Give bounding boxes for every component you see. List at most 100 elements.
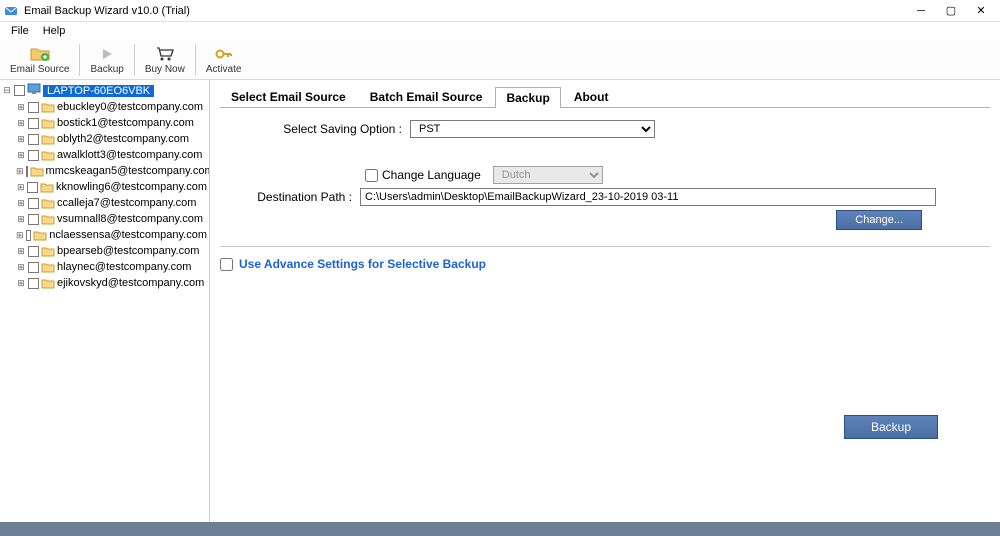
change-button[interactable]: Change... [836, 210, 922, 230]
toolbar-email-source[interactable]: Email Source [2, 41, 77, 79]
titlebar: Email Backup Wizard v10.0 (Trial) ─ ▢ ✕ [0, 0, 1000, 22]
close-button[interactable]: ✕ [966, 1, 996, 21]
toolbar-separator [195, 44, 196, 76]
folder-icon [41, 245, 55, 257]
folder-icon [41, 197, 55, 209]
tree-item[interactable]: ⊞ebuckley0@testcompany.com [2, 99, 207, 115]
advance-settings-row: Use Advance Settings for Selective Backu… [220, 257, 990, 271]
saving-option-label: Select Saving Option : [220, 122, 410, 136]
tab-select-source[interactable]: Select Email Source [220, 86, 357, 107]
expand-icon[interactable]: ⊞ [16, 214, 26, 224]
tree-item[interactable]: ⊞ oblyth2@testcompany.com [2, 131, 207, 147]
toolbar-separator [134, 44, 135, 76]
tree-item[interactable]: ⊞ nclaessensa@testcompany.com [2, 227, 207, 243]
content-panel: Select Email Source Batch Email Source B… [210, 80, 1000, 522]
toolbar-backup-label: Backup [90, 64, 123, 75]
expand-icon[interactable]: ⊞ [16, 150, 26, 160]
tree-item-label: mmcskeagan5@testcompany.com [46, 163, 210, 179]
saving-option-select[interactable]: PST [410, 120, 655, 138]
toolbar: Email Source Backup Buy Now Activate [0, 40, 1000, 80]
change-language-checkbox[interactable] [365, 169, 378, 182]
folder-icon [41, 101, 55, 113]
tree-item-label: bostick1@testcompany.com [57, 115, 194, 131]
tree-item-label: oblyth2@testcompany.com [57, 131, 189, 147]
tab-backup[interactable]: Backup [495, 87, 560, 108]
expand-icon[interactable]: ⊞ [16, 198, 26, 208]
tab-batch-source[interactable]: Batch Email Source [359, 86, 494, 107]
menubar: File Help [0, 22, 1000, 40]
toolbar-email-source-label: Email Source [10, 64, 69, 75]
checkbox[interactable] [14, 85, 25, 96]
expand-icon[interactable]: ⊞ [16, 262, 26, 272]
expand-icon[interactable]: ⊞ [16, 230, 24, 240]
expand-icon[interactable]: ⊞ [16, 118, 26, 128]
tree-item[interactable]: ⊞awalklott3@testcompany.com [2, 147, 207, 163]
key-icon [215, 45, 233, 63]
toolbar-buy-now[interactable]: Buy Now [137, 41, 193, 79]
expand-icon[interactable]: ⊞ [16, 134, 26, 144]
destination-label: Destination Path : [220, 190, 360, 204]
tree-item[interactable]: ⊞ vsumnall8@testcompany.com [2, 211, 207, 227]
tabs: Select Email Source Batch Email Source B… [220, 86, 990, 108]
destination-input[interactable] [360, 188, 936, 206]
folder-plus-icon [30, 45, 50, 63]
minimize-button[interactable]: ─ [906, 1, 936, 21]
advance-settings-link[interactable]: Use Advance Settings for Selective Backu… [239, 257, 486, 271]
tab-about[interactable]: About [563, 86, 620, 107]
main-area: ⊟ LAPTOP-60EO6VBK ⊞ebuckley0@testcompany… [0, 80, 1000, 522]
checkbox[interactable] [28, 198, 39, 209]
mailbox-tree[interactable]: ⊟ LAPTOP-60EO6VBK ⊞ebuckley0@testcompany… [0, 80, 210, 522]
checkbox[interactable] [28, 246, 39, 257]
folder-icon [41, 117, 55, 129]
maximize-button[interactable]: ▢ [936, 1, 966, 21]
advance-settings-checkbox[interactable] [220, 258, 233, 271]
play-icon [100, 45, 114, 63]
checkbox[interactable] [28, 262, 39, 273]
checkbox[interactable] [27, 182, 38, 193]
tree-item[interactable]: ⊞bpearseb@testcompany.com [2, 243, 207, 259]
expand-icon[interactable]: ⊞ [16, 278, 26, 288]
checkbox[interactable] [28, 118, 39, 129]
toolbar-activate[interactable]: Activate [198, 41, 250, 79]
menu-file[interactable]: File [4, 25, 36, 37]
toolbar-backup[interactable]: Backup [82, 41, 131, 79]
folder-icon [41, 213, 55, 225]
tree-item[interactable]: ⊞ hlaynec@testcompany.com [2, 259, 207, 275]
folder-icon [41, 261, 55, 273]
tree-item[interactable]: ⊞ kknowling6@testcompany.com [2, 179, 207, 195]
tree-item[interactable]: ⊞ bostick1@testcompany.com [2, 115, 207, 131]
tree-item-label: kknowling6@testcompany.com [56, 179, 207, 195]
tree-item[interactable]: ⊞ mmcskeagan5@testcompany.com [2, 163, 207, 179]
expand-icon[interactable]: ⊞ [16, 182, 25, 192]
expand-icon[interactable]: ⊞ [16, 102, 26, 112]
checkbox[interactable] [28, 150, 39, 161]
expand-icon[interactable]: ⊞ [16, 166, 24, 176]
cart-icon [156, 45, 174, 63]
collapse-icon[interactable]: ⊟ [2, 86, 12, 96]
checkbox[interactable] [28, 134, 39, 145]
tree-item[interactable]: ⊞ejikovskyd@testcompany.com [2, 275, 207, 291]
folder-icon [41, 277, 55, 289]
change-language-label: Change Language [382, 168, 493, 182]
checkbox[interactable] [28, 278, 39, 289]
checkbox[interactable] [28, 214, 39, 225]
tree-item-label: vsumnall8@testcompany.com [57, 211, 203, 227]
toolbar-separator [79, 44, 80, 76]
tree-item-label: ccalleja7@testcompany.com [57, 195, 196, 211]
language-select[interactable]: Dutch [493, 166, 603, 184]
folder-icon [40, 181, 54, 193]
expand-icon[interactable]: ⊞ [16, 246, 26, 256]
checkbox[interactable] [26, 166, 28, 177]
tree-item[interactable]: ⊞ ccalleja7@testcompany.com [2, 195, 207, 211]
tree-item-label: hlaynec@testcompany.com [57, 259, 191, 275]
tree-root[interactable]: ⊟ LAPTOP-60EO6VBK [2, 82, 207, 99]
checkbox[interactable] [26, 230, 32, 241]
tree-root-label: LAPTOP-60EO6VBK [43, 85, 154, 97]
tree-item-label: nclaessensa@testcompany.com [49, 227, 207, 243]
backup-button[interactable]: Backup [844, 415, 938, 439]
menu-help[interactable]: Help [36, 25, 73, 37]
window-title: Email Backup Wizard v10.0 (Trial) [24, 5, 190, 17]
checkbox[interactable] [28, 102, 39, 113]
toolbar-buy-now-label: Buy Now [145, 64, 185, 75]
folder-icon [30, 165, 44, 177]
